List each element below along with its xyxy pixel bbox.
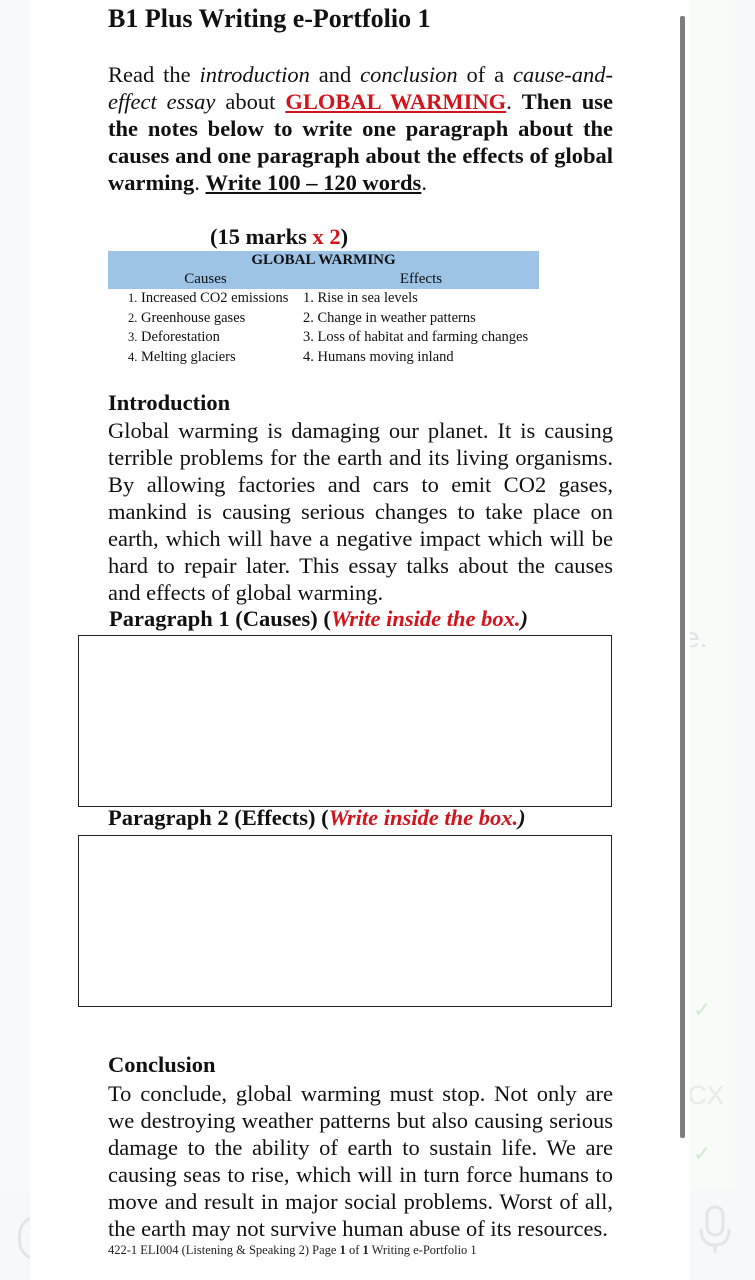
column-header-effects: Effects xyxy=(399,271,443,287)
background-right-edge xyxy=(735,0,755,1280)
effect-cell: 3. Loss of habitat and farming changes xyxy=(303,328,539,348)
table-row: 3. Deforestation 3. Loss of habitat and … xyxy=(108,328,539,348)
introduction-heading: Introduction xyxy=(108,390,231,415)
footer-text: of xyxy=(345,1243,363,1257)
page-footer: 422-1 ELI004 (Listening & Speaking 2) Pa… xyxy=(108,1243,477,1258)
footer-course: 422-1 ELI004 (Listening & Speaking 2) Pa… xyxy=(108,1243,340,1257)
instructions-introduction-word: introduction xyxy=(199,62,310,87)
footer-doc-name: Writing e-Portfolio 1 xyxy=(368,1243,477,1257)
background-left xyxy=(0,0,30,1280)
cause-cell: 3. Deforestation xyxy=(108,328,303,348)
paragraph2-answer-box[interactable] xyxy=(78,835,612,1007)
check-icon: ✓ xyxy=(693,1142,712,1167)
marks-multiplier: x 2 xyxy=(312,224,341,249)
cause-number: 2. xyxy=(128,310,138,325)
effect-number: 3. xyxy=(303,329,314,346)
instructions-text: . xyxy=(506,89,522,114)
effect-number: 4. xyxy=(303,348,314,365)
paragraph1-label-close: ) xyxy=(520,606,528,631)
instructions-text: . xyxy=(194,170,206,195)
marks-label: (15 marks x 2) xyxy=(210,224,348,250)
instructions-text: Read the xyxy=(108,62,200,87)
notes-table-header-row: Causes Effects xyxy=(108,270,539,289)
notes-table: GLOBAL WARMING Causes Effects 1. Increas… xyxy=(108,251,539,367)
instructions-conclusion-word: conclusion xyxy=(360,62,458,87)
document-title: B1 Plus Writing e-Portfolio 1 xyxy=(108,4,431,33)
paragraph2-label-text: Paragraph 2 (Effects) ( xyxy=(108,805,329,830)
cause-cell: 1. Increased CO2 emissions xyxy=(108,289,303,309)
effect-cell: 1. Rise in sea levels xyxy=(303,289,539,309)
instructions-text: of a xyxy=(457,62,514,87)
table-row: 2. Greenhouse gases 2. Change in weather… xyxy=(108,309,539,329)
instructions: Read the introduction and conclusion of … xyxy=(108,61,613,196)
marks-text: (15 marks xyxy=(210,224,313,249)
conclusion-text: To conclude, global warming must stop. N… xyxy=(108,1081,613,1241)
paragraph1-label: Paragraph 1 (Causes) (Write inside the b… xyxy=(109,606,528,632)
effect-number: 2. xyxy=(303,309,314,326)
effect-number: 1. xyxy=(303,290,314,307)
cause-text: Greenhouse gases xyxy=(141,309,246,326)
instructions-text: about xyxy=(215,89,286,114)
cause-number: 4. xyxy=(128,349,138,364)
instructions-topic: GLOBAL WARMING xyxy=(285,89,507,114)
paragraph2-label: Paragraph 2 (Effects) (Write inside the … xyxy=(108,805,526,831)
cause-cell: 2. Greenhouse gases xyxy=(108,309,303,329)
paragraph1-answer-box[interactable] xyxy=(78,635,612,807)
vertical-scrollbar[interactable] xyxy=(680,16,685,1138)
paragraph1-label-text: Paragraph 1 (Causes) ( xyxy=(109,606,331,631)
cause-text: Deforestation xyxy=(141,329,220,346)
notes-table-title: GLOBAL WARMING xyxy=(251,252,396,268)
instructions-text: . xyxy=(421,170,427,195)
instructions-word-count: Write 100 – 120 words xyxy=(205,170,422,195)
paragraph2-hint: Write inside the box. xyxy=(328,805,519,830)
table-row: 1. Increased CO2 emissions 1. Rise in se… xyxy=(108,289,539,309)
paragraph2-label-close: ) xyxy=(518,805,526,830)
marks-text: ) xyxy=(340,224,349,249)
introduction-text: Global warming is damaging our planet. I… xyxy=(108,418,613,605)
cause-cell: 4. Melting glaciers xyxy=(108,348,303,368)
instructions-text: and xyxy=(309,62,361,87)
microphone-icon[interactable] xyxy=(697,1205,733,1255)
document-page: B1 Plus Writing e-Portfolio 1 Read the i… xyxy=(30,0,690,1280)
notes-table-title-row: GLOBAL WARMING xyxy=(108,251,539,270)
check-icon: ✓ xyxy=(693,998,712,1023)
column-header-causes: Causes xyxy=(184,271,227,287)
effect-text: Change in weather patterns xyxy=(317,309,476,326)
paragraph1-hint: Write inside the box. xyxy=(330,606,521,631)
effect-text: Humans moving inland xyxy=(317,348,454,365)
cause-number: 3. xyxy=(128,330,138,345)
cause-text: Increased CO2 emissions xyxy=(141,290,289,307)
conclusion-heading: Conclusion xyxy=(108,1052,216,1077)
table-row: 4. Melting glaciers 4. Humans moving inl… xyxy=(108,348,539,368)
cause-text: Melting glaciers xyxy=(141,348,236,365)
cause-number: 1. xyxy=(128,291,138,306)
effect-text: Loss of habitat and farming changes xyxy=(317,329,529,346)
background-ghost-text-cx: CX xyxy=(688,1080,725,1110)
effect-text: Rise in sea levels xyxy=(317,290,418,307)
effect-cell: 2. Change in weather patterns xyxy=(303,309,539,329)
effect-cell: 4. Humans moving inland xyxy=(303,348,539,368)
